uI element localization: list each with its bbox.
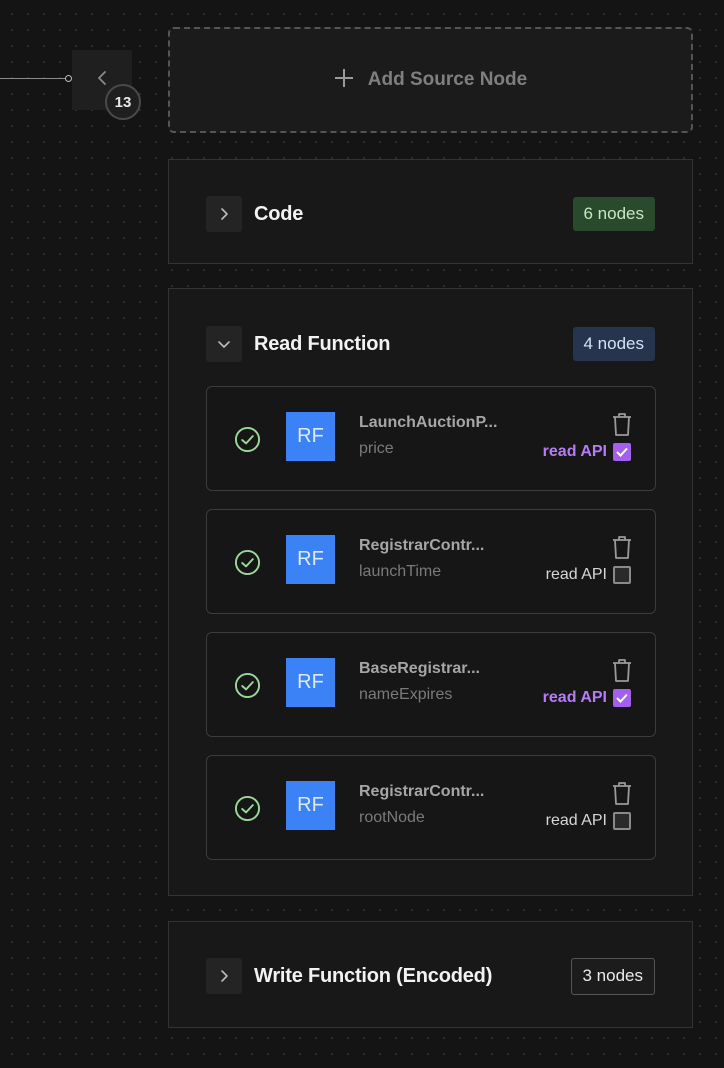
collapse-read-function-button[interactable] bbox=[206, 326, 242, 362]
read-node-card[interactable]: RF LaunchAuctionP... price read API bbox=[206, 386, 656, 491]
read-api-toggle[interactable]: read API bbox=[543, 443, 631, 461]
read-api-toggle[interactable]: read API bbox=[546, 812, 631, 830]
checkmark-icon bbox=[616, 447, 628, 457]
read-function-type-icon: RF bbox=[286, 535, 335, 584]
checkmark-icon bbox=[616, 693, 628, 703]
node-subtitle: price bbox=[359, 440, 394, 457]
read-api-checkbox[interactable] bbox=[613, 443, 631, 461]
section-read-function: Read Function 4 nodes RF LaunchAuctionP.… bbox=[168, 288, 693, 896]
read-api-checkbox[interactable] bbox=[613, 566, 631, 584]
read-node-card[interactable]: RF RegistrarContr... launchTime read API bbox=[206, 509, 656, 614]
read-api-label: read API bbox=[545, 566, 607, 583]
chevron-down-icon bbox=[218, 341, 230, 348]
section-read-function-header[interactable]: Read Function 4 nodes bbox=[206, 326, 655, 362]
plus-icon bbox=[334, 65, 354, 93]
read-api-label: read API bbox=[545, 812, 607, 829]
node-subtitle: launchTime bbox=[359, 563, 442, 580]
section-code-title: Code bbox=[254, 202, 304, 225]
chevron-left-icon bbox=[98, 71, 106, 85]
section-code: Code 6 nodes bbox=[168, 159, 693, 264]
check-circle-icon bbox=[234, 426, 261, 453]
trash-icon[interactable] bbox=[610, 411, 634, 437]
read-api-label: read API bbox=[542, 443, 607, 460]
node-name: RegistrarContr... bbox=[359, 537, 485, 554]
section-code-header[interactable]: Code 6 nodes bbox=[206, 196, 655, 232]
connector-edge bbox=[0, 78, 66, 79]
section-write-function-title: Write Function (Encoded) bbox=[254, 964, 493, 987]
add-source-node-button[interactable]: Add Source Node bbox=[168, 27, 693, 133]
read-function-type-icon: RF bbox=[286, 781, 335, 830]
read-api-toggle[interactable]: read API bbox=[546, 566, 631, 584]
trash-icon[interactable] bbox=[610, 657, 634, 683]
section-read-function-title: Read Function bbox=[254, 332, 391, 355]
node-name: LaunchAuctionP... bbox=[359, 414, 498, 431]
read-function-node-count-badge: 4 nodes bbox=[572, 327, 655, 361]
node-subtitle: rootNode bbox=[359, 809, 425, 826]
check-circle-icon bbox=[234, 549, 261, 576]
trash-icon[interactable] bbox=[610, 534, 634, 560]
read-node-card[interactable]: RF BaseRegistrar... nameExpires read API bbox=[206, 632, 656, 737]
code-node-count-badge: 6 nodes bbox=[572, 197, 655, 231]
read-api-label: read API bbox=[542, 689, 607, 706]
add-source-label: Add Source Node bbox=[367, 69, 528, 90]
read-node-card[interactable]: RF RegistrarContr... rootNode read API bbox=[206, 755, 656, 860]
chevron-right-icon bbox=[221, 208, 228, 220]
expand-code-button[interactable] bbox=[206, 196, 242, 232]
section-write-function-header[interactable]: Write Function (Encoded) 3 nodes bbox=[206, 957, 655, 995]
read-api-checkbox[interactable] bbox=[613, 812, 631, 830]
node-name: BaseRegistrar... bbox=[359, 660, 480, 677]
read-function-type-icon: RF bbox=[286, 412, 335, 461]
write-function-node-count-badge: 3 nodes bbox=[570, 957, 655, 995]
check-circle-icon bbox=[234, 672, 261, 699]
node-name: RegistrarContr... bbox=[359, 783, 485, 800]
chevron-right-icon bbox=[221, 970, 228, 982]
section-write-function: Write Function (Encoded) 3 nodes bbox=[168, 921, 693, 1028]
read-api-checkbox[interactable] bbox=[613, 689, 631, 707]
node-count-badge: 13 bbox=[105, 84, 141, 120]
read-api-toggle[interactable]: read API bbox=[543, 689, 631, 707]
expand-write-function-button[interactable] bbox=[206, 958, 242, 994]
trash-icon[interactable] bbox=[610, 780, 634, 806]
check-circle-icon bbox=[234, 795, 261, 822]
node-subtitle: nameExpires bbox=[359, 686, 453, 703]
connector-handle[interactable] bbox=[65, 75, 72, 82]
read-function-type-icon: RF bbox=[286, 658, 335, 707]
